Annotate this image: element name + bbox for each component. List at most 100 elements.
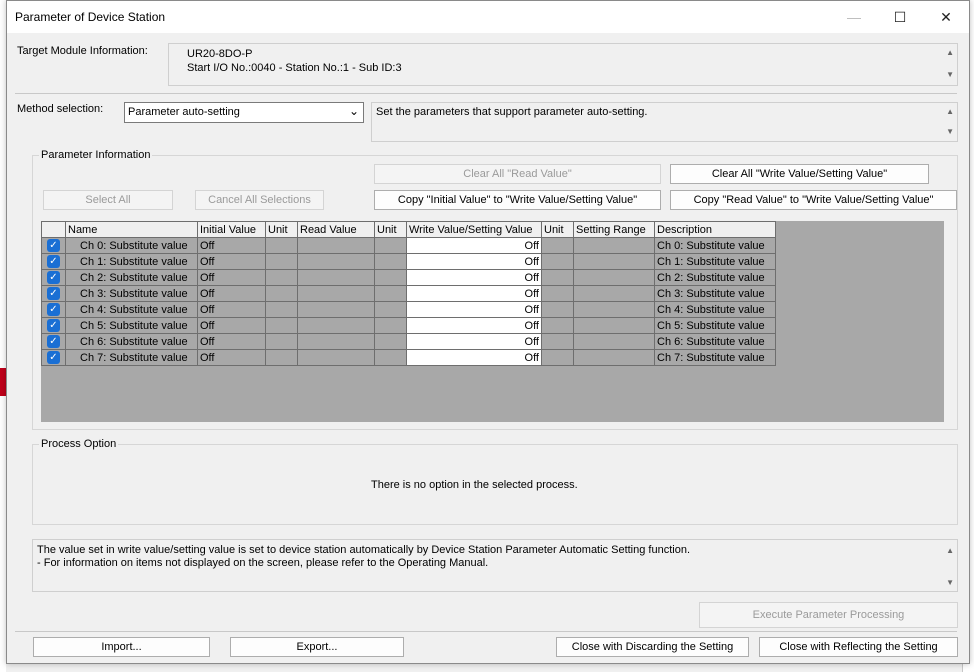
checkbox-checked-icon[interactable]: ✓ <box>47 335 60 348</box>
row-unit <box>541 317 574 334</box>
row-checkbox[interactable]: ✓ <box>41 317 66 334</box>
row-setting-range <box>573 269 655 286</box>
row-read-value <box>297 237 375 254</box>
row-write-value[interactable]: Off <box>406 285 542 302</box>
row-name: Ch 0: Substitute value <box>65 237 198 254</box>
row-name: Ch 3: Substitute value <box>65 285 198 302</box>
column-header-read-value[interactable]: Read Value <box>297 221 375 238</box>
close-discard-button[interactable]: Close with Discarding the Setting <box>556 637 749 657</box>
table-header-row: Name Initial Value Unit Read Value Unit … <box>41 221 776 238</box>
scroll-down-icon[interactable]: ▼ <box>946 578 954 587</box>
row-checkbox[interactable]: ✓ <box>41 253 66 270</box>
scroll-up-icon[interactable]: ▲ <box>946 48 954 57</box>
copy-read-to-write-button[interactable]: Copy "Read Value" to "Write Value/Settin… <box>670 190 957 210</box>
row-checkbox[interactable]: ✓ <box>41 269 66 286</box>
clear-write-value-button[interactable]: Clear All "Write Value/Setting Value" <box>670 164 929 184</box>
row-unit <box>374 237 407 254</box>
import-button[interactable]: Import... <box>33 637 210 657</box>
scroll-down-icon[interactable]: ▼ <box>946 70 954 79</box>
row-initial-value: Off <box>197 317 266 334</box>
row-write-value[interactable]: Off <box>406 317 542 334</box>
cancel-all-selections-button[interactable]: Cancel All Selections <box>195 190 324 210</box>
process-option-label: Process Option <box>39 438 119 450</box>
parameter-table: Name Initial Value Unit Read Value Unit … <box>41 221 776 366</box>
column-header-unit[interactable]: Unit <box>374 221 407 238</box>
target-module-info-box: UR20-8DO-P Start I/O No.:0040 - Station … <box>168 43 958 86</box>
close-reflect-button[interactable]: Close with Reflecting the Setting <box>759 637 958 657</box>
row-checkbox[interactable]: ✓ <box>41 237 66 254</box>
column-header-write-value[interactable]: Write Value/Setting Value <box>406 221 542 238</box>
table-row[interactable]: ✓ Ch 2: Substitute value Off Off Ch 2: Subst… <box>41 269 776 286</box>
row-unit <box>265 285 298 302</box>
table-row[interactable]: ✓ Ch 6: Substitute value Off Off Ch 6: Subst… <box>41 333 776 350</box>
row-setting-range <box>573 301 655 318</box>
table-row[interactable]: ✓ Ch 3: Substitute value Off Off Ch 3: Subst… <box>41 285 776 302</box>
row-description: Ch 3: Substitute value <box>654 285 776 302</box>
method-select[interactable]: Parameter auto-setting ⌄ <box>124 102 364 123</box>
divider <box>15 93 957 94</box>
copy-initial-to-write-button[interactable]: Copy "Initial Value" to "Write Value/Set… <box>374 190 661 210</box>
target-module-station: Start I/O No.:0040 - Station No.:1 - Sub… <box>187 62 402 74</box>
row-unit <box>541 333 574 350</box>
table-row[interactable]: ✓ Ch 7: Substitute value Off Off Ch 7: Subst… <box>41 349 776 366</box>
select-all-button[interactable]: Select All <box>43 190 173 210</box>
row-unit <box>265 253 298 270</box>
row-checkbox[interactable]: ✓ <box>41 301 66 318</box>
row-initial-value: Off <box>197 237 266 254</box>
column-header-unit[interactable]: Unit <box>265 221 298 238</box>
info-line-1: The value set in write value/setting val… <box>37 544 691 556</box>
checkbox-checked-icon[interactable]: ✓ <box>47 239 60 252</box>
table-row[interactable]: ✓ Ch 0: Substitute value Off Off Ch 0: Subst… <box>41 237 776 254</box>
execute-parameter-processing-button[interactable]: Execute Parameter Processing <box>699 602 958 628</box>
checkbox-checked-icon[interactable]: ✓ <box>47 351 60 364</box>
checkbox-checked-icon[interactable]: ✓ <box>47 271 60 284</box>
row-unit <box>541 269 574 286</box>
row-unit <box>374 349 407 366</box>
row-write-value[interactable]: Off <box>406 301 542 318</box>
row-checkbox[interactable]: ✓ <box>41 333 66 350</box>
row-write-value[interactable]: Off <box>406 237 542 254</box>
parameter-grid: Name Initial Value Unit Read Value Unit … <box>41 221 944 422</box>
row-write-value[interactable]: Off <box>406 253 542 270</box>
column-header-name[interactable]: Name <box>65 221 198 238</box>
row-write-value[interactable]: Off <box>406 269 542 286</box>
row-unit <box>541 253 574 270</box>
row-name: Ch 5: Substitute value <box>65 317 198 334</box>
row-initial-value: Off <box>197 285 266 302</box>
parameter-dialog: Parameter of Device Station — ☐ ✕ Target… <box>6 0 970 664</box>
divider <box>15 631 957 632</box>
row-checkbox[interactable]: ✓ <box>41 349 66 366</box>
table-row[interactable]: ✓ Ch 1: Substitute value Off Off Ch 1: Subst… <box>41 253 776 270</box>
column-header-setting-range[interactable]: Setting Range <box>573 221 655 238</box>
row-description: Ch 2: Substitute value <box>654 269 776 286</box>
row-unit <box>374 269 407 286</box>
export-button[interactable]: Export... <box>230 637 404 657</box>
minimize-button[interactable]: — <box>831 1 877 33</box>
scroll-up-icon[interactable]: ▲ <box>946 546 954 555</box>
maximize-button[interactable]: ☐ <box>877 1 923 33</box>
row-description: Ch 4: Substitute value <box>654 301 776 318</box>
table-row[interactable]: ✓ Ch 4: Substitute value Off Off Ch 4: Subst… <box>41 301 776 318</box>
checkbox-checked-icon[interactable]: ✓ <box>47 255 60 268</box>
column-header-description[interactable]: Description <box>654 221 776 238</box>
scroll-down-icon[interactable]: ▼ <box>946 127 954 136</box>
row-checkbox[interactable]: ✓ <box>41 285 66 302</box>
close-window-button[interactable]: ✕ <box>923 1 969 33</box>
window-title: Parameter of Device Station <box>15 10 166 24</box>
table-row[interactable]: ✓ Ch 5: Substitute value Off Off Ch 5: Subst… <box>41 317 776 334</box>
scroll-up-icon[interactable]: ▲ <box>946 107 954 116</box>
row-read-value <box>297 349 375 366</box>
column-header-initial-value[interactable]: Initial Value <box>197 221 266 238</box>
row-read-value <box>297 301 375 318</box>
column-header-unit[interactable]: Unit <box>541 221 574 238</box>
checkbox-checked-icon[interactable]: ✓ <box>47 303 60 316</box>
checkbox-checked-icon[interactable]: ✓ <box>47 287 60 300</box>
row-unit <box>265 333 298 350</box>
clear-read-value-button[interactable]: Clear All "Read Value" <box>374 164 661 184</box>
checkbox-checked-icon[interactable]: ✓ <box>47 319 60 332</box>
row-setting-range <box>573 253 655 270</box>
row-write-value[interactable]: Off <box>406 333 542 350</box>
row-unit <box>265 317 298 334</box>
row-write-value[interactable]: Off <box>406 349 542 366</box>
parameter-info-label: Parameter Information <box>39 149 153 161</box>
